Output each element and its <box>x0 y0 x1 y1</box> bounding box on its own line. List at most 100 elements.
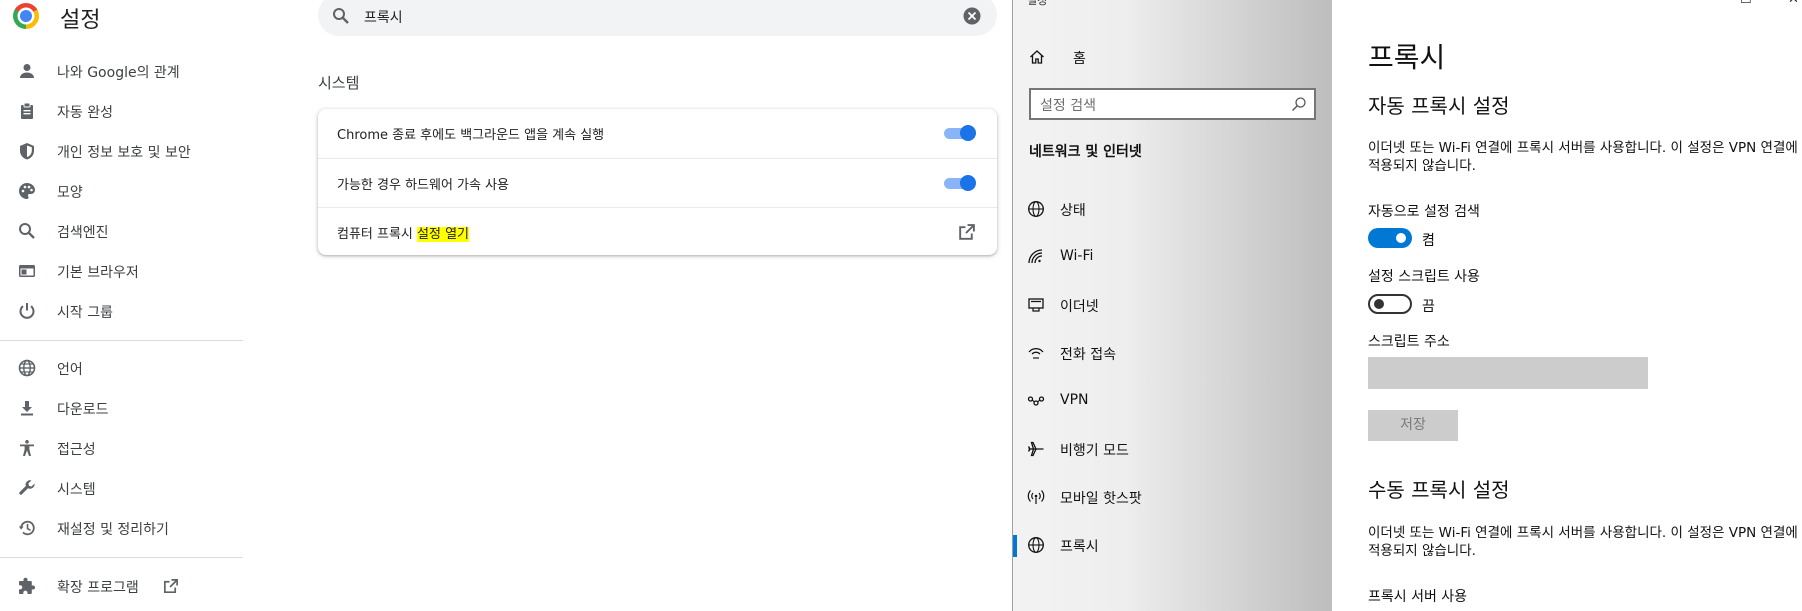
page-title: 설정 <box>60 8 101 33</box>
save-button[interactable]: 저장 <box>1368 410 1458 441</box>
hardware-acceleration-toggle[interactable] <box>942 175 976 191</box>
wifi-icon <box>1028 249 1043 264</box>
sidebar-item-label: 재설정 및 정리하기 <box>57 522 169 538</box>
setting-row-hardware-acceleration[interactable]: 가능한 경우 하드웨어 가속 사용 <box>318 158 997 207</box>
nav-item-wifi[interactable]: Wi-Fi <box>1013 237 1332 277</box>
nav-item-vpn[interactable]: VPN <box>1013 381 1332 421</box>
auto-detect-label: 자동으로 설정 검색 <box>1368 204 1480 220</box>
sidebar-item-label: 확장 프로그램 <box>57 580 139 596</box>
sidebar-item-label: 다운로드 <box>57 402 109 418</box>
system-settings-card: Chrome 종료 후에도 백그라운드 앱을 계속 실행 가능한 경우 하드웨어… <box>318 109 997 255</box>
script-address-label: 스크립트 주소 <box>1368 334 1450 350</box>
sidebar-item-extensions[interactable]: 확장 프로그램 <box>0 569 243 603</box>
sidebar-item-label: 나와 Google의 관계 <box>57 65 180 81</box>
sidebar-item-languages[interactable]: 언어 <box>0 351 243 385</box>
windows-settings-sidebar: 설정 홈 설정 검색 네트워크 및 인터넷 상태 Wi-Fi 이더넷 전화 접속 <box>1013 0 1332 611</box>
manual-proxy-description: 이더넷 또는 Wi-Fi 연결에 프록시 서버를 사용합니다. 이 설정은 VP… <box>1368 525 1798 559</box>
history-icon <box>18 520 35 536</box>
window-title: 설정 <box>1027 0 1048 7</box>
globe-icon <box>18 359 36 377</box>
nav-item-airplane-mode[interactable]: 비행기 모드 <box>1013 429 1332 469</box>
sidebar-divider <box>0 557 243 558</box>
setting-row-background-apps[interactable]: Chrome 종료 후에도 백그라운드 앱을 계속 실행 <box>318 109 997 158</box>
sidebar-item-on-startup[interactable]: 시작 그룹 <box>0 294 243 328</box>
status-globe-icon <box>1028 201 1044 217</box>
windows-settings-window: 설정 홈 설정 검색 네트워크 및 인터넷 상태 Wi-Fi 이더넷 전화 접속 <box>1012 0 1802 611</box>
background-apps-toggle[interactable] <box>942 125 976 141</box>
sidebar-item-downloads[interactable]: 다운로드 <box>0 391 243 425</box>
auto-detect-state: 켬 <box>1422 233 1435 249</box>
search-placeholder: 설정 검색 <box>1040 98 1096 114</box>
open-in-new-icon <box>163 579 178 594</box>
sidebar-divider <box>0 340 243 341</box>
page-title: 프록시 <box>1368 41 1446 74</box>
proxy-settings-panel: — ☐ ✕ 프록시 자동 프록시 설정 이더넷 또는 Wi-Fi 연결에 프록시… <box>1332 0 1802 611</box>
person-icon <box>20 64 34 78</box>
vpn-icon <box>1027 396 1045 406</box>
search-input[interactable]: 프록시 <box>364 7 403 27</box>
palette-icon <box>19 183 35 199</box>
chrome-logo-icon <box>13 3 39 29</box>
category-heading: 네트워크 및 인터넷 <box>1029 144 1142 160</box>
settings-search-input[interactable]: 설정 검색 <box>1029 88 1316 120</box>
sidebar-item-label: 모양 <box>57 185 83 201</box>
nav-item-mobile-hotspot[interactable]: 모바일 핫스팟 <box>1013 477 1332 517</box>
sidebar-item-privacy[interactable]: 개인 정보 보호 및 보안 <box>0 134 243 168</box>
home-icon <box>1030 50 1044 64</box>
clear-search-icon[interactable] <box>963 7 981 25</box>
maximize-icon[interactable]: ☐ <box>1740 0 1752 7</box>
nav-item-dialup[interactable]: 전화 접속 <box>1013 333 1332 373</box>
search-highlight: 설정 열기 <box>417 227 470 242</box>
sidebar-item-accessibility[interactable]: 접근성 <box>0 431 243 465</box>
sidebar-item-reset[interactable]: 재설정 및 정리하기 <box>0 511 243 545</box>
sidebar-item-appearance[interactable]: 모양 <box>0 174 243 208</box>
open-in-new-icon[interactable] <box>957 223 976 242</box>
sidebar-item-label: 접근성 <box>57 442 96 458</box>
setting-row-open-proxy[interactable]: 컴퓨터 프록시 설정 열기 <box>318 207 997 256</box>
airplane-icon <box>1027 441 1044 457</box>
sidebar-item-label: 시작 그룹 <box>57 305 113 321</box>
sidebar-item-label: 개인 정보 보호 및 보안 <box>57 145 191 161</box>
window-controls: — ☐ ✕ <box>1332 0 1802 7</box>
browser-icon <box>19 265 35 277</box>
dialup-icon <box>1028 348 1044 359</box>
script-address-input[interactable] <box>1368 357 1648 389</box>
sidebar-item-google[interactable]: 나와 Google의 관계 <box>0 54 243 88</box>
setting-label: Chrome 종료 후에도 백그라운드 앱을 계속 실행 <box>337 128 605 143</box>
ethernet-icon <box>1028 298 1044 312</box>
sidebar-item-default-browser[interactable]: 기본 브라우저 <box>0 254 243 288</box>
settings-search-bar[interactable]: 프록시 <box>318 0 997 36</box>
auto-proxy-heading: 자동 프록시 설정 <box>1368 94 1510 118</box>
setup-script-toggle[interactable] <box>1368 294 1412 314</box>
chrome-settings-window: 설정 나와 Google의 관계 자동 완성 개인 정보 보호 및 보안 모양 … <box>0 0 1012 611</box>
setting-label: 가능한 경우 하드웨어 가속 사용 <box>337 178 510 193</box>
wrench-icon <box>19 480 35 495</box>
minimize-icon[interactable]: — <box>1694 0 1707 7</box>
proxy-globe-icon <box>1028 537 1044 553</box>
sidebar-item-system[interactable]: 시스템 <box>0 471 243 505</box>
nav-item-ethernet[interactable]: 이더넷 <box>1013 285 1332 325</box>
close-icon[interactable]: ✕ <box>1788 0 1799 7</box>
nav-item-proxy[interactable]: 프록시 <box>1013 525 1332 565</box>
clipboard-icon <box>21 102 33 119</box>
sidebar-item-label: 기본 브라우저 <box>57 265 139 281</box>
setting-label: 컴퓨터 프록시 설정 열기 <box>337 227 470 242</box>
search-icon <box>19 223 35 239</box>
sidebar-item-label: 검색엔진 <box>57 225 109 241</box>
sidebar-item-autofill[interactable]: 자동 완성 <box>0 94 243 128</box>
sidebar-item-label: 자동 완성 <box>57 105 113 121</box>
setup-script-label: 설정 스크립트 사용 <box>1368 269 1480 285</box>
use-proxy-label: 프록시 서버 사용 <box>1368 589 1468 605</box>
manual-proxy-heading: 수동 프록시 설정 <box>1368 478 1510 502</box>
hotspot-icon <box>1027 490 1045 504</box>
section-title: 시스템 <box>318 74 360 92</box>
download-icon <box>21 401 33 416</box>
search-icon <box>1292 97 1306 111</box>
power-icon <box>19 303 35 319</box>
setup-script-state: 끔 <box>1422 299 1435 315</box>
puzzle-icon <box>19 577 35 594</box>
sidebar-item-search-engine[interactable]: 검색엔진 <box>0 214 243 248</box>
auto-detect-toggle[interactable] <box>1368 228 1412 248</box>
nav-item-status[interactable]: 상태 <box>1013 189 1332 229</box>
search-icon <box>333 8 349 24</box>
